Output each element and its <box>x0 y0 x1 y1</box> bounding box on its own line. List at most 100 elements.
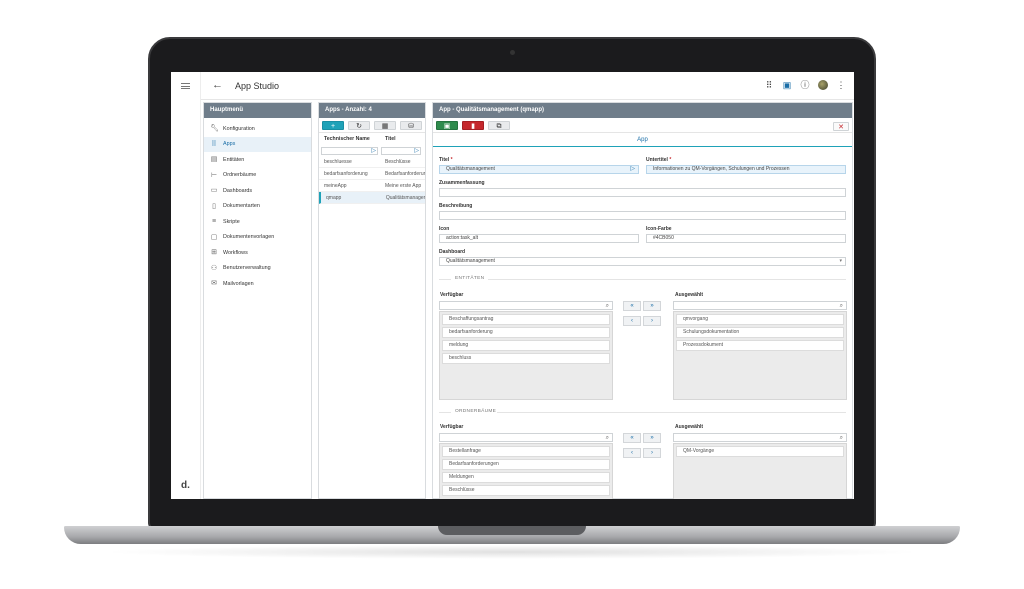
ent-selected-search[interactable]: ⌕ <box>673 301 847 310</box>
menu-item-label: Benutzerverwaltung <box>223 265 271 272</box>
untertitel-input[interactable]: Informationen zu QM-Vorgängen, Schulunge… <box>646 165 846 174</box>
menu-item-label: Konfiguration <box>223 125 255 132</box>
settings-button[interactable]: ⛁ <box>400 120 422 130</box>
menu-item-label: Apps <box>223 141 236 148</box>
menu-item-ordnerbaeume[interactable]: ⊢ Ordnerbäume <box>204 168 311 184</box>
move-all-right-button[interactable]: » <box>643 301 661 311</box>
menu-item-label: Mailvorlagen <box>223 280 254 287</box>
ord-available-label: Verfügbar <box>440 424 464 430</box>
list-item[interactable]: Beschlüsse <box>442 485 610 496</box>
cell-title: Qualitätsmanagement <box>385 194 425 201</box>
table-row-selected[interactable]: qmapp Qualitätsmanagement <box>319 192 425 204</box>
avatar[interactable] <box>818 80 828 90</box>
beschreibung-input[interactable] <box>439 211 846 220</box>
save-button[interactable]: ▣ <box>436 120 458 130</box>
menu-item-konfiguration[interactable]: 🔧︎ Konfiguration <box>204 121 311 137</box>
move-right-button[interactable]: › <box>643 316 661 326</box>
untertitel-label: Untertitel * <box>646 157 671 163</box>
menu-item-dashboards[interactable]: ▭ Dashboards <box>204 183 311 199</box>
menu-item-skripte[interactable]: ≡ Skripte <box>204 214 311 230</box>
move-left-button[interactable]: ‹ <box>623 316 641 326</box>
refresh-button[interactable]: ↻ <box>348 120 370 130</box>
template-icon: ▢ <box>210 233 218 241</box>
gift-icon[interactable]: ▣ <box>782 80 792 90</box>
translate-icon[interactable]: ▷ <box>630 166 635 173</box>
input-value: #4CB050 <box>653 235 674 241</box>
detail-toolbar: ▣ ▮ ⧉ <box>433 118 852 133</box>
list-item[interactable]: Beschaffungsantrag <box>442 314 610 325</box>
menu-item-benutzerverwaltung[interactable]: ⚇ Benutzerverwaltung <box>204 261 311 277</box>
menu-item-label: Dashboards <box>223 187 253 194</box>
column-title[interactable]: Titel <box>382 136 425 142</box>
move-all-right-button[interactable]: » <box>643 433 661 443</box>
select-value: Qualitätsmanagement <box>446 258 495 264</box>
table-row[interactable]: meineApp Meine erste App <box>319 180 425 192</box>
search-icon: ⌕ <box>839 435 843 441</box>
top-bar: ← App Studio ⠿ ▣ ⓘ ⋮ <box>171 72 854 100</box>
filter-title-input[interactable]: ▷ <box>381 146 421 155</box>
laptop-mockup: ← App Studio ⠿ ▣ ⓘ ⋮ d. Hauptmenü 🔧︎ Konf… <box>0 0 1024 589</box>
label-text: Untertitel <box>646 157 668 163</box>
move-all-left-button[interactable]: « <box>623 301 641 311</box>
apps-list-panel: Apps - Anzahl: 4 + ↻ ▦ ⛁ Technischer Nam… <box>318 102 426 499</box>
move-left-button[interactable]: ‹ <box>623 448 641 458</box>
ent-available-search[interactable]: ⌕ <box>439 301 613 310</box>
section-divider <box>497 412 846 413</box>
menu-item-entitaeten[interactable]: ▤ Entitäten <box>204 152 311 168</box>
app-screen: ← App Studio ⠿ ▣ ⓘ ⋮ d. Hauptmenü 🔧︎ Konf… <box>171 72 854 499</box>
icon-input[interactable]: action:task_alt <box>439 234 639 243</box>
menu-icon[interactable] <box>181 83 190 89</box>
folder-tree-icon: ⊢ <box>210 171 218 179</box>
dashboard-select[interactable]: Qualitätsmanagement ▾ <box>439 257 846 266</box>
label-text: Titel <box>439 157 450 163</box>
menu-item-mailvorlagen[interactable]: ✉ Mailvorlagen <box>204 276 311 292</box>
list-item[interactable]: qmvorgang <box>676 314 844 325</box>
ent-available-list: Beschaffungsantrag bedarfsanforderung me… <box>439 311 613 400</box>
zusammenfassung-input[interactable] <box>439 188 846 197</box>
delete-button[interactable]: ▮ <box>462 120 484 130</box>
list-item[interactable]: meldung <box>442 340 610 351</box>
ord-selected-list: QM-Vorgänge <box>673 443 847 499</box>
input-value: Qualitätsmanagement <box>446 166 495 172</box>
filter-name-input[interactable]: ▷ <box>321 146 378 155</box>
menu-item-workflows[interactable]: ⊞ Workflows <box>204 245 311 261</box>
copy-button[interactable]: ⧉ <box>488 120 510 130</box>
ord-available-search[interactable]: ⌕ <box>439 433 613 442</box>
ord-selected-label: Ausgewählt <box>675 424 704 430</box>
menu-item-apps[interactable]: ⠿ Apps <box>204 136 311 152</box>
move-all-left-button[interactable]: « <box>623 433 641 443</box>
titel-input[interactable]: Qualitätsmanagement ▷ <box>439 165 639 174</box>
input-value: Informationen zu QM-Vorgängen, Schulunge… <box>653 166 790 172</box>
ent-selected-list: qmvorgang Schulungsdokumentation Prozess… <box>673 311 847 400</box>
add-app-button[interactable]: + <box>322 120 344 130</box>
list-item[interactable]: beschluss <box>442 353 610 364</box>
app-detail-header: App - Qualitätsmanagement (qmapp) <box>433 103 852 118</box>
ord-selected-search[interactable]: ⌕ <box>673 433 847 442</box>
apps-grid-icon[interactable]: ⠿ <box>764 80 774 90</box>
menu-item-dokumentenvorlagen[interactable]: ▢ Dokumentenvorlagen <box>204 230 311 246</box>
more-vert-icon[interactable]: ⋮ <box>836 80 846 90</box>
move-right-button[interactable]: › <box>643 448 661 458</box>
menu-item-dokumentarten[interactable]: ▯ Dokumentarten <box>204 199 311 215</box>
list-item[interactable]: Prozessdokument <box>676 340 844 351</box>
apps-icon: ⠿ <box>211 140 217 148</box>
tab-app[interactable]: App <box>433 133 852 147</box>
table-row[interactable]: bedarfsanforderung Bedarfsanforderung <box>319 168 425 180</box>
list-item[interactable]: Bedarfsanforderungen <box>442 459 610 470</box>
back-arrow-icon[interactable]: ← <box>212 79 223 91</box>
list-item[interactable]: Schulungsdokumentation <box>676 327 844 338</box>
table-row[interactable]: beschluesse Beschlüsse <box>319 156 425 168</box>
entitaeten-section-title: ENTITÄTEN <box>455 276 485 281</box>
list-item[interactable]: QM-Vorgänge <box>676 446 844 457</box>
column-technical-name[interactable]: Technischer Name <box>319 136 382 142</box>
input-value: action:task_alt <box>446 235 478 241</box>
export-button[interactable]: ▦ <box>374 120 396 130</box>
help-icon[interactable]: ⓘ <box>800 80 810 90</box>
close-button[interactable]: ✕ <box>833 122 849 131</box>
cell-title: Beschlüsse <box>385 158 411 165</box>
list-item[interactable]: bedarfsanforderung <box>442 327 610 338</box>
list-item[interactable]: Meldungen <box>442 472 610 483</box>
app-detail-panel: App - Qualitätsmanagement (qmapp) ▣ ▮ ⧉ … <box>432 102 853 499</box>
icon-farbe-input[interactable]: #4CB050 <box>646 234 846 243</box>
list-item[interactable]: Bestellanfrage <box>442 446 610 457</box>
